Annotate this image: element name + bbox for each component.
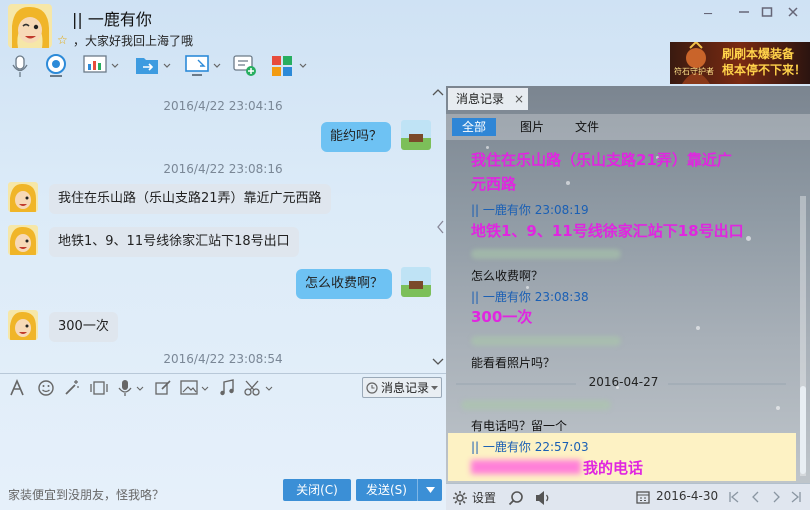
- ad-text: 刷刷本爆装备 根本停不下来！: [722, 47, 807, 77]
- filter-all[interactable]: 全部: [452, 118, 497, 136]
- filter-images[interactable]: 图片: [510, 118, 554, 136]
- font-icon[interactable]: [9, 379, 27, 397]
- next-page-icon[interactable]: [770, 491, 782, 503]
- message-timestamp: 2016/4/22 23:08:16: [163, 162, 283, 176]
- calendar-icon[interactable]: [636, 490, 650, 504]
- ad-logo: 符石守护者: [674, 67, 714, 76]
- previous-page-icon[interactable]: [750, 491, 762, 503]
- screen-share-icon[interactable]: [82, 52, 122, 80]
- maximize-icon[interactable]: [756, 6, 778, 24]
- history-message: 我住在乐山路（乐山支路21弄）靠近广: [471, 151, 732, 169]
- history-sender-line: || 一鹿有你 23:08:38: [471, 290, 589, 304]
- emoji-icon[interactable]: [37, 379, 55, 397]
- blurred-sender: [471, 249, 621, 259]
- scroll-up-icon[interactable]: [432, 86, 444, 99]
- message-input[interactable]: [0, 402, 446, 476]
- close-button[interactable]: 关闭(C): [283, 479, 351, 501]
- message-history-label: 消息记录: [381, 381, 430, 395]
- chevron-down-icon: [431, 386, 438, 390]
- close-tab-icon[interactable]: ×: [514, 88, 524, 110]
- history-footer: 设置 2016-4-30: [446, 483, 810, 510]
- minimize-icon[interactable]: ─: [697, 6, 719, 24]
- date-separator-label: 2016-04-27: [588, 375, 659, 389]
- voice-message-icon[interactable]: [117, 379, 145, 397]
- contact-avatar-small[interactable]: [8, 225, 38, 255]
- webcam-icon[interactable]: [44, 52, 68, 80]
- star-icon[interactable]: ☆: [57, 33, 68, 47]
- first-page-icon[interactable]: [728, 491, 740, 503]
- ad-hint-text[interactable]: 家装便宜到没朋友，怪我咯？: [8, 486, 164, 503]
- redacted-phone: [471, 460, 581, 474]
- date-separator: 2016-04-27: [446, 375, 796, 391]
- gear-icon[interactable]: [452, 490, 468, 506]
- message-timestamp: 2016/4/22 23:08:54: [163, 352, 283, 366]
- magic-wand-icon[interactable]: [63, 379, 81, 397]
- close-icon[interactable]: [782, 6, 804, 24]
- music-icon[interactable]: [218, 379, 236, 397]
- send-options-icon[interactable]: [417, 479, 442, 501]
- minimize-icon[interactable]: [733, 6, 755, 24]
- microphone-icon[interactable]: [10, 52, 30, 80]
- history-message: 300一次: [471, 308, 533, 326]
- contact-avatar-small[interactable]: [8, 310, 38, 340]
- history-sender-line: || 一鹿有你 23:08:19: [471, 203, 589, 217]
- message-bubble-self[interactable]: 怎么收费啊？: [296, 269, 393, 299]
- message-history-button[interactable]: 消息记录: [362, 377, 442, 398]
- send-button[interactable]: 发送(S): [356, 479, 442, 501]
- contact-avatar[interactable]: [8, 4, 52, 48]
- remote-desktop-icon[interactable]: [184, 52, 224, 80]
- file-transfer-icon[interactable]: [134, 52, 174, 80]
- send-button-label: 发送(S): [366, 483, 407, 497]
- history-filter-bar: 全部 图片 文件: [446, 114, 810, 140]
- message-bubble-contact[interactable]: 我住在乐山路（乐山支路21弄）靠近广元西路: [49, 184, 331, 214]
- blurred-sender: [461, 400, 611, 410]
- image-icon[interactable]: [180, 379, 210, 397]
- history-message: 我的电话: [583, 459, 644, 477]
- clock-icon: [366, 382, 378, 394]
- history-sender-line: || 一鹿有你 22:57:03: [471, 440, 589, 454]
- history-message: 元西路: [471, 175, 517, 193]
- settings-label[interactable]: 设置: [472, 489, 496, 506]
- history-message: 地铁1、9、11号线徐家汇站下18号出口: [471, 222, 744, 240]
- apps-icon[interactable]: [270, 52, 310, 80]
- collapse-panel-icon[interactable]: [437, 220, 445, 237]
- shake-window-icon[interactable]: [89, 379, 109, 397]
- blurred-sender: [471, 336, 621, 346]
- scroll-down-icon[interactable]: [432, 356, 444, 369]
- game-ad-banner[interactable]: 符石守护者 刷刷本爆装备 根本停不下来！: [670, 42, 810, 84]
- filter-files[interactable]: 文件: [565, 118, 609, 136]
- chat-toolbar: [6, 52, 326, 82]
- self-avatar[interactable]: [401, 267, 431, 297]
- message-bubble-self[interactable]: 能约吗？: [321, 122, 392, 152]
- screenshot-scissors-icon[interactable]: [244, 379, 274, 397]
- message-bubble-contact[interactable]: 地铁1、9、11号线徐家汇站下18号出口: [49, 227, 299, 257]
- input-toolbar: 消息记录: [0, 373, 446, 402]
- history-scrollbar[interactable]: [798, 196, 808, 476]
- search-icon[interactable]: [508, 490, 524, 506]
- last-page-icon[interactable]: [790, 491, 802, 503]
- ad-character-image: [682, 42, 710, 84]
- contact-avatar-small[interactable]: [8, 182, 38, 212]
- speaker-icon[interactable]: [534, 490, 552, 506]
- history-message: 有电话吗？留一个: [471, 419, 568, 433]
- history-message: 怎么收费啊？: [471, 269, 544, 283]
- contact-name: || 一鹿有你: [72, 10, 152, 29]
- invite-chat-icon[interactable]: [232, 52, 258, 80]
- contact-signature: ，大家好我回上海了哦: [73, 34, 194, 48]
- history-date[interactable]: 2016-4-30: [656, 489, 718, 503]
- message-history-panel: 消息记录 × 全部 图片 文件 我住在乐山路（乐山支路21弄）靠近广 元西路 |…: [446, 86, 810, 510]
- message-bubble-contact[interactable]: 300一次: [49, 312, 118, 342]
- tab-message-history[interactable]: 消息记录 ×: [448, 88, 528, 110]
- history-message: 能看看照片吗？: [471, 356, 556, 370]
- edit-icon[interactable]: [154, 379, 172, 397]
- self-avatar[interactable]: [401, 120, 431, 150]
- tab-message-history-label: 消息记录: [456, 92, 505, 106]
- message-timestamp: 2016/4/22 23:04:16: [163, 99, 283, 113]
- chat-history[interactable]: 2016/4/22 23:04:16 能约吗？ 2016/4/22 23:08:…: [0, 86, 446, 372]
